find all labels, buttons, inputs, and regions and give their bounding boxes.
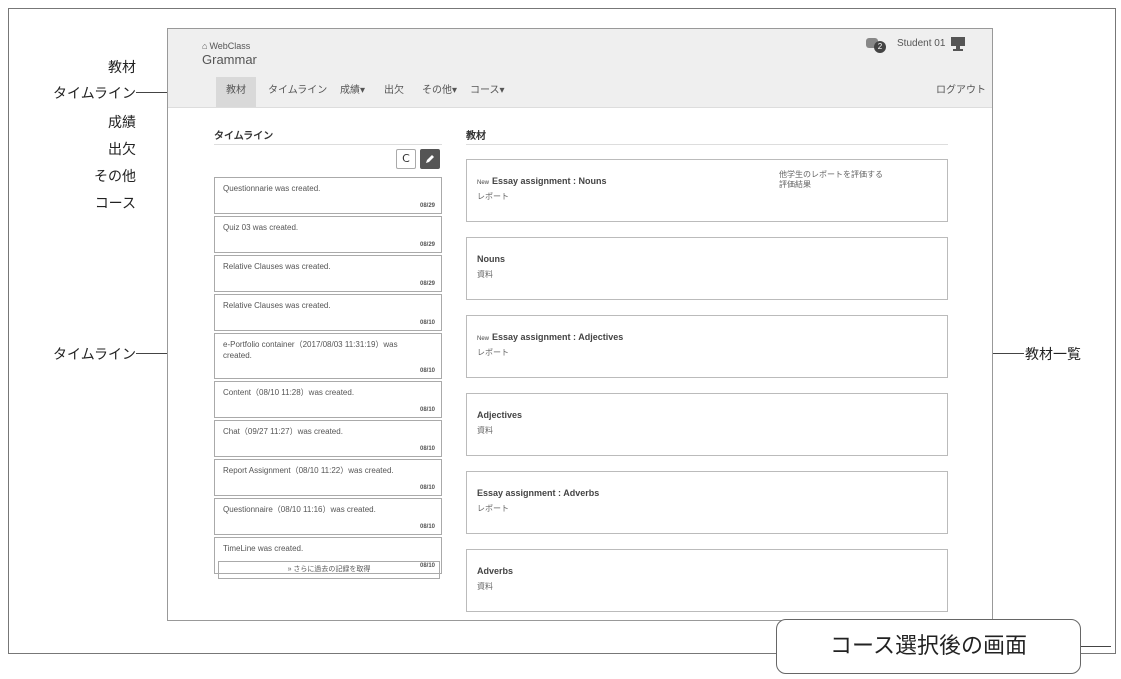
edit-button[interactable] xyxy=(420,149,440,169)
pencil-icon xyxy=(426,155,434,163)
material-title[interactable]: New Essay assignment : Nouns xyxy=(477,176,607,186)
user-avatar-icon[interactable] xyxy=(950,36,966,52)
figure-caption: コース選択後の画面 xyxy=(776,619,1081,674)
logout-link[interactable]: ログアウト xyxy=(936,77,986,107)
material-card[interactable]: Essay assignment : Adverbs レポート xyxy=(466,471,948,534)
material-title[interactable]: Adverbs xyxy=(477,566,513,576)
new-badge: New xyxy=(477,336,490,342)
home-icon: ⌂ xyxy=(202,41,208,51)
review-result-link-text: 評価結果 xyxy=(779,180,811,189)
anno-materials: 教材一覧 xyxy=(1025,347,1081,363)
timeline-item-text: Questionnaire（08/10 11:16）was created. xyxy=(223,505,376,514)
peer-review-link[interactable]: 他学生のレポートを評価する 評価結果 xyxy=(779,170,883,190)
peer-review-link-text: 他学生のレポートを評価する xyxy=(779,170,883,179)
anno-nav-materials: 教材 xyxy=(108,60,136,76)
notification-badge: 2 xyxy=(874,41,886,53)
timeline-rule xyxy=(214,144,442,145)
material-type: レポート xyxy=(477,348,509,357)
timeline-item-date: 08/29 xyxy=(419,242,435,248)
timeline-item[interactable]: Report Assignment（08/10 11:22）was create… xyxy=(214,459,442,496)
nav-course[interactable]: コース▾ xyxy=(460,77,515,107)
brand[interactable]: ⌂ WebClass xyxy=(202,41,250,51)
timeline-item-text: Chat（09/27 11:27）was created. xyxy=(223,427,343,436)
material-title-text: Adjectives xyxy=(477,410,523,420)
timeline-title: タイムライン xyxy=(214,131,274,142)
timeline-item-date: 08/29 xyxy=(419,281,435,287)
anno-nav-course: コース xyxy=(94,196,136,212)
anno-nav-timeline: タイムライン xyxy=(52,86,136,102)
timeline-item[interactable]: e-Portfolio container（2017/08/03 11:31:1… xyxy=(214,333,442,379)
material-card[interactable]: New Essay assignment : Nouns レポート 他学生のレポー… xyxy=(466,159,948,222)
new-badge: New xyxy=(477,180,490,186)
timeline-item-text: e-Portfolio container（2017/08/03 11:31:1… xyxy=(223,340,398,360)
timeline-item[interactable]: Questionnaire（08/10 11:16）was created. 08… xyxy=(214,498,442,535)
timeline-item-text: Relative Clauses was created. xyxy=(223,301,331,310)
timeline-item-text: Quiz 03 was created. xyxy=(223,223,299,232)
header-bar: ⌂ WebClass Grammar 2 Student 01 教材 タイムライン… xyxy=(168,29,992,108)
brand-label: WebClass xyxy=(209,41,251,51)
timeline-item-text: Content（08/10 11:28）was created. xyxy=(223,388,355,397)
material-title[interactable]: Nouns xyxy=(477,254,505,264)
material-title-text: Essay assignment : Adjectives xyxy=(492,332,624,342)
timeline-item-date: 08/10 xyxy=(419,485,435,491)
timeline-item[interactable]: Relative Clauses was created. 08/10 xyxy=(214,294,442,331)
material-card[interactable]: Adverbs 資料 xyxy=(466,549,948,612)
caption-leader xyxy=(1081,646,1111,647)
anno-nav-attendance: 出欠 xyxy=(108,142,136,158)
timeline-item-date: 08/10 xyxy=(419,368,435,374)
nav-materials[interactable]: 教材 xyxy=(216,77,256,107)
timeline-item[interactable]: Questionnarie was created. 08/29 xyxy=(214,177,442,214)
nav-other[interactable]: その他▾ xyxy=(412,77,467,107)
material-title[interactable]: New Essay assignment : Adjectives xyxy=(477,332,623,342)
material-title-text: Adverbs xyxy=(477,566,514,576)
load-more-button[interactable]: » さらに過去の記録を取得 xyxy=(218,561,440,579)
nav-grades[interactable]: 成績▾ xyxy=(330,77,375,107)
course-title: Grammar xyxy=(202,52,257,67)
material-title-text: Nouns xyxy=(477,254,505,264)
material-type: レポート xyxy=(477,504,509,513)
timeline-item[interactable]: Content（08/10 11:28）was created. 08/10 xyxy=(214,381,442,418)
webclass-screen: ⌂ WebClass Grammar 2 Student 01 教材 タイムライン… xyxy=(167,28,993,621)
timeline-item[interactable]: Relative Clauses was created. 08/29 xyxy=(214,255,442,292)
timeline-list: Questionnarie was created. 08/29 Quiz 03 … xyxy=(214,177,442,576)
material-card[interactable]: Nouns 資料 xyxy=(466,237,948,300)
material-card[interactable]: New Essay assignment : Adjectives レポート xyxy=(466,315,948,378)
anno-nav-other: その他 xyxy=(94,169,136,185)
timeline-item[interactable]: Chat（09/27 11:27）was created. 08/10 xyxy=(214,420,442,457)
timeline-item-text: Report Assignment（08/10 11:22）was create… xyxy=(223,466,394,475)
nav-attendance[interactable]: 出欠 xyxy=(374,77,414,107)
notification-icon[interactable]: 2 xyxy=(866,38,890,54)
timeline-item-date: 08/10 xyxy=(419,524,435,530)
timeline-item-date: 08/10 xyxy=(419,320,435,326)
anno-timeline: タイムライン xyxy=(52,347,136,363)
timeline-item-date: 08/29 xyxy=(419,203,435,209)
timeline-item-text: Relative Clauses was created. xyxy=(223,262,331,271)
materials-rule xyxy=(466,144,948,145)
material-title[interactable]: Essay assignment : Adverbs xyxy=(477,488,599,498)
timeline-item-text: Questionnarie was created. xyxy=(223,184,321,193)
material-card[interactable]: Adjectives 資料 xyxy=(466,393,948,456)
material-title-text: Essay assignment : Adverbs xyxy=(477,488,600,498)
materials-title: 教材 xyxy=(466,131,486,142)
user-name[interactable]: Student 01 xyxy=(897,38,945,49)
timeline-item[interactable]: Quiz 03 was created. 08/29 xyxy=(214,216,442,253)
timeline-item-date: 08/10 xyxy=(419,407,435,413)
refresh-button[interactable]: C xyxy=(396,149,416,169)
material-title[interactable]: Adjectives xyxy=(477,410,522,420)
timeline-item-date: 08/10 xyxy=(419,446,435,452)
refresh-icon: C xyxy=(402,152,410,165)
nav-timeline[interactable]: タイムライン xyxy=(258,77,337,107)
material-title-text: Essay assignment : Nouns xyxy=(492,176,607,186)
timeline-item-text: TimeLine was created. xyxy=(223,544,304,553)
material-type: 資料 xyxy=(477,426,493,435)
material-type: 資料 xyxy=(477,582,493,591)
material-type: レポート xyxy=(477,192,509,201)
anno-nav-grades: 成績 xyxy=(108,115,136,131)
material-type: 資料 xyxy=(477,270,493,279)
